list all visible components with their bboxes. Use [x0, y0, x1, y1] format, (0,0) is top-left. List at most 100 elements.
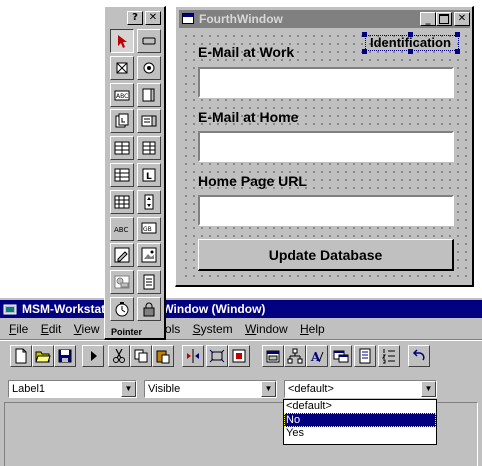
palette-close-button[interactable]: ✕ — [145, 11, 161, 25]
homepage-url-field[interactable] — [198, 195, 454, 226]
hierarchy-icon — [287, 348, 303, 364]
selection-handle[interactable] — [362, 32, 367, 37]
scroll-text-icon — [141, 115, 157, 127]
database-button[interactable] — [330, 345, 352, 367]
property-select[interactable]: Visible ▼ — [144, 380, 277, 398]
menu-help[interactable]: Help — [300, 322, 325, 336]
menu-system[interactable]: System — [193, 322, 233, 336]
run-button[interactable] — [82, 345, 104, 367]
report-button[interactable] — [354, 345, 376, 367]
form-canvas[interactable]: Identification E-Mail at Work E-Mail at … — [179, 29, 470, 282]
text-box-icon: ABC — [114, 90, 130, 101]
chevron-down-icon[interactable]: ▼ — [421, 381, 436, 397]
open-button[interactable] — [32, 345, 54, 367]
tool-button-pencil[interactable] — [110, 243, 134, 268]
tool-button-tab-order[interactable] — [110, 109, 134, 134]
palette-titlebar[interactable]: ? ✕ — [108, 10, 163, 26]
chevron-down-icon[interactable]: ▼ — [261, 381, 276, 397]
menu-file[interactable]: File — [9, 322, 28, 336]
maximize-button[interactable] — [436, 12, 452, 26]
selection-handle[interactable] — [455, 32, 460, 37]
tool-button-checkbox[interactable] — [110, 55, 134, 80]
grid-icon — [114, 195, 130, 209]
hierarchy-button[interactable] — [284, 345, 306, 367]
selection-handle[interactable] — [408, 49, 413, 54]
tool-button-radio-button[interactable] — [137, 55, 161, 80]
fourth-window-title: FourthWindow — [199, 12, 283, 26]
value-dropdown-list[interactable]: <default> No Yes — [283, 399, 437, 445]
menu-tools[interactable]: ols — [165, 322, 180, 336]
update-database-button[interactable]: Update Database — [198, 239, 454, 271]
list-button[interactable] — [378, 345, 400, 367]
open-folder-icon — [35, 351, 51, 363]
label-list-icon: L — [142, 168, 156, 182]
dropdown-option-yes[interactable]: Yes — [284, 427, 436, 440]
palette-footer-label: Pointer — [111, 327, 143, 337]
selection-handle[interactable] — [362, 49, 367, 54]
tool-button-frame[interactable] — [137, 82, 161, 107]
update-database-label: Update Database — [268, 246, 383, 263]
object-select[interactable]: Label1 ▼ — [8, 380, 137, 398]
font-button[interactable]: A — [306, 345, 328, 367]
value-select[interactable]: <default> ▼ — [284, 380, 437, 398]
pointer-icon — [118, 35, 127, 48]
tool-button-table[interactable] — [110, 136, 134, 161]
homepage-url-label: Home Page URL — [198, 173, 307, 189]
tool-palette: ? ✕ ABC L ABC GB Pointer — [104, 6, 166, 340]
tool-button-scroll-text[interactable] — [137, 109, 161, 134]
text-label-icon: ABC — [114, 226, 128, 234]
tool-button-grid[interactable] — [110, 189, 134, 214]
undo-button[interactable] — [408, 345, 430, 367]
window-icon — [182, 13, 194, 24]
frame-icon — [142, 88, 155, 102]
tool-button-table-2[interactable] — [137, 136, 161, 161]
minimize-button[interactable]: _ — [420, 12, 436, 26]
tool-button-text-box[interactable]: ABC — [110, 82, 134, 107]
numbered-list-icon — [382, 349, 395, 364]
copy-icon — [134, 349, 148, 363]
tool-button-text-label[interactable]: ABC — [110, 216, 134, 241]
resize-button[interactable] — [206, 345, 228, 367]
app-title-right: hWindow (Window) — [155, 302, 266, 316]
tool-button-label-list[interactable]: L — [137, 163, 161, 187]
dropdown-option-no[interactable]: No — [284, 413, 436, 427]
email-home-field[interactable] — [198, 131, 454, 162]
copy-button[interactable] — [130, 345, 152, 367]
font-icon: A — [310, 350, 324, 364]
app-titlebar[interactable]: MSM-Workstat hWindow (Window) — [0, 300, 482, 318]
tool-button-notepad[interactable] — [137, 270, 161, 295]
tool-button-lock[interactable] — [137, 297, 161, 321]
menu-window[interactable]: Window — [245, 322, 288, 336]
close-button[interactable]: ✕ — [454, 12, 470, 26]
align-horizontal-button[interactable] — [182, 345, 204, 367]
properties-button[interactable] — [262, 345, 284, 367]
paste-button[interactable] — [152, 345, 174, 367]
tab-order-button[interactable] — [228, 345, 250, 367]
selection-handle[interactable] — [455, 49, 460, 54]
ole-object-icon — [114, 275, 130, 289]
email-work-field[interactable] — [198, 67, 454, 98]
cut-button[interactable] — [108, 345, 130, 367]
menu-view[interactable]: View — [74, 322, 100, 336]
table-icon — [114, 141, 130, 155]
palette-help-button[interactable]: ? — [127, 11, 143, 25]
tool-button-list[interactable] — [110, 163, 134, 187]
save-button[interactable] — [54, 345, 76, 367]
new-button[interactable] — [10, 345, 32, 367]
chevron-down-icon[interactable]: ▼ — [121, 381, 136, 397]
fourth-window-titlebar[interactable]: FourthWindow _ ✕ — [179, 10, 470, 28]
tool-button-pointer[interactable] — [110, 29, 134, 53]
dropdown-option-default[interactable]: <default> — [284, 400, 436, 413]
clipboard-icon — [156, 350, 170, 364]
tool-button-picture[interactable]: GB — [137, 216, 161, 241]
tool-button-rectangle[interactable] — [137, 29, 161, 53]
tool-button-timer[interactable] — [110, 297, 134, 321]
menu-edit[interactable]: Edit — [41, 322, 62, 336]
tool-button-image[interactable] — [137, 243, 161, 268]
tool-button-spinner[interactable] — [137, 189, 161, 214]
checkbox-icon — [116, 62, 128, 74]
tool-grid: ABC L ABC GB — [108, 29, 162, 327]
tool-button-ole-object[interactable] — [110, 270, 134, 295]
selection-handle[interactable] — [408, 32, 413, 37]
radio-button-icon — [143, 62, 155, 74]
